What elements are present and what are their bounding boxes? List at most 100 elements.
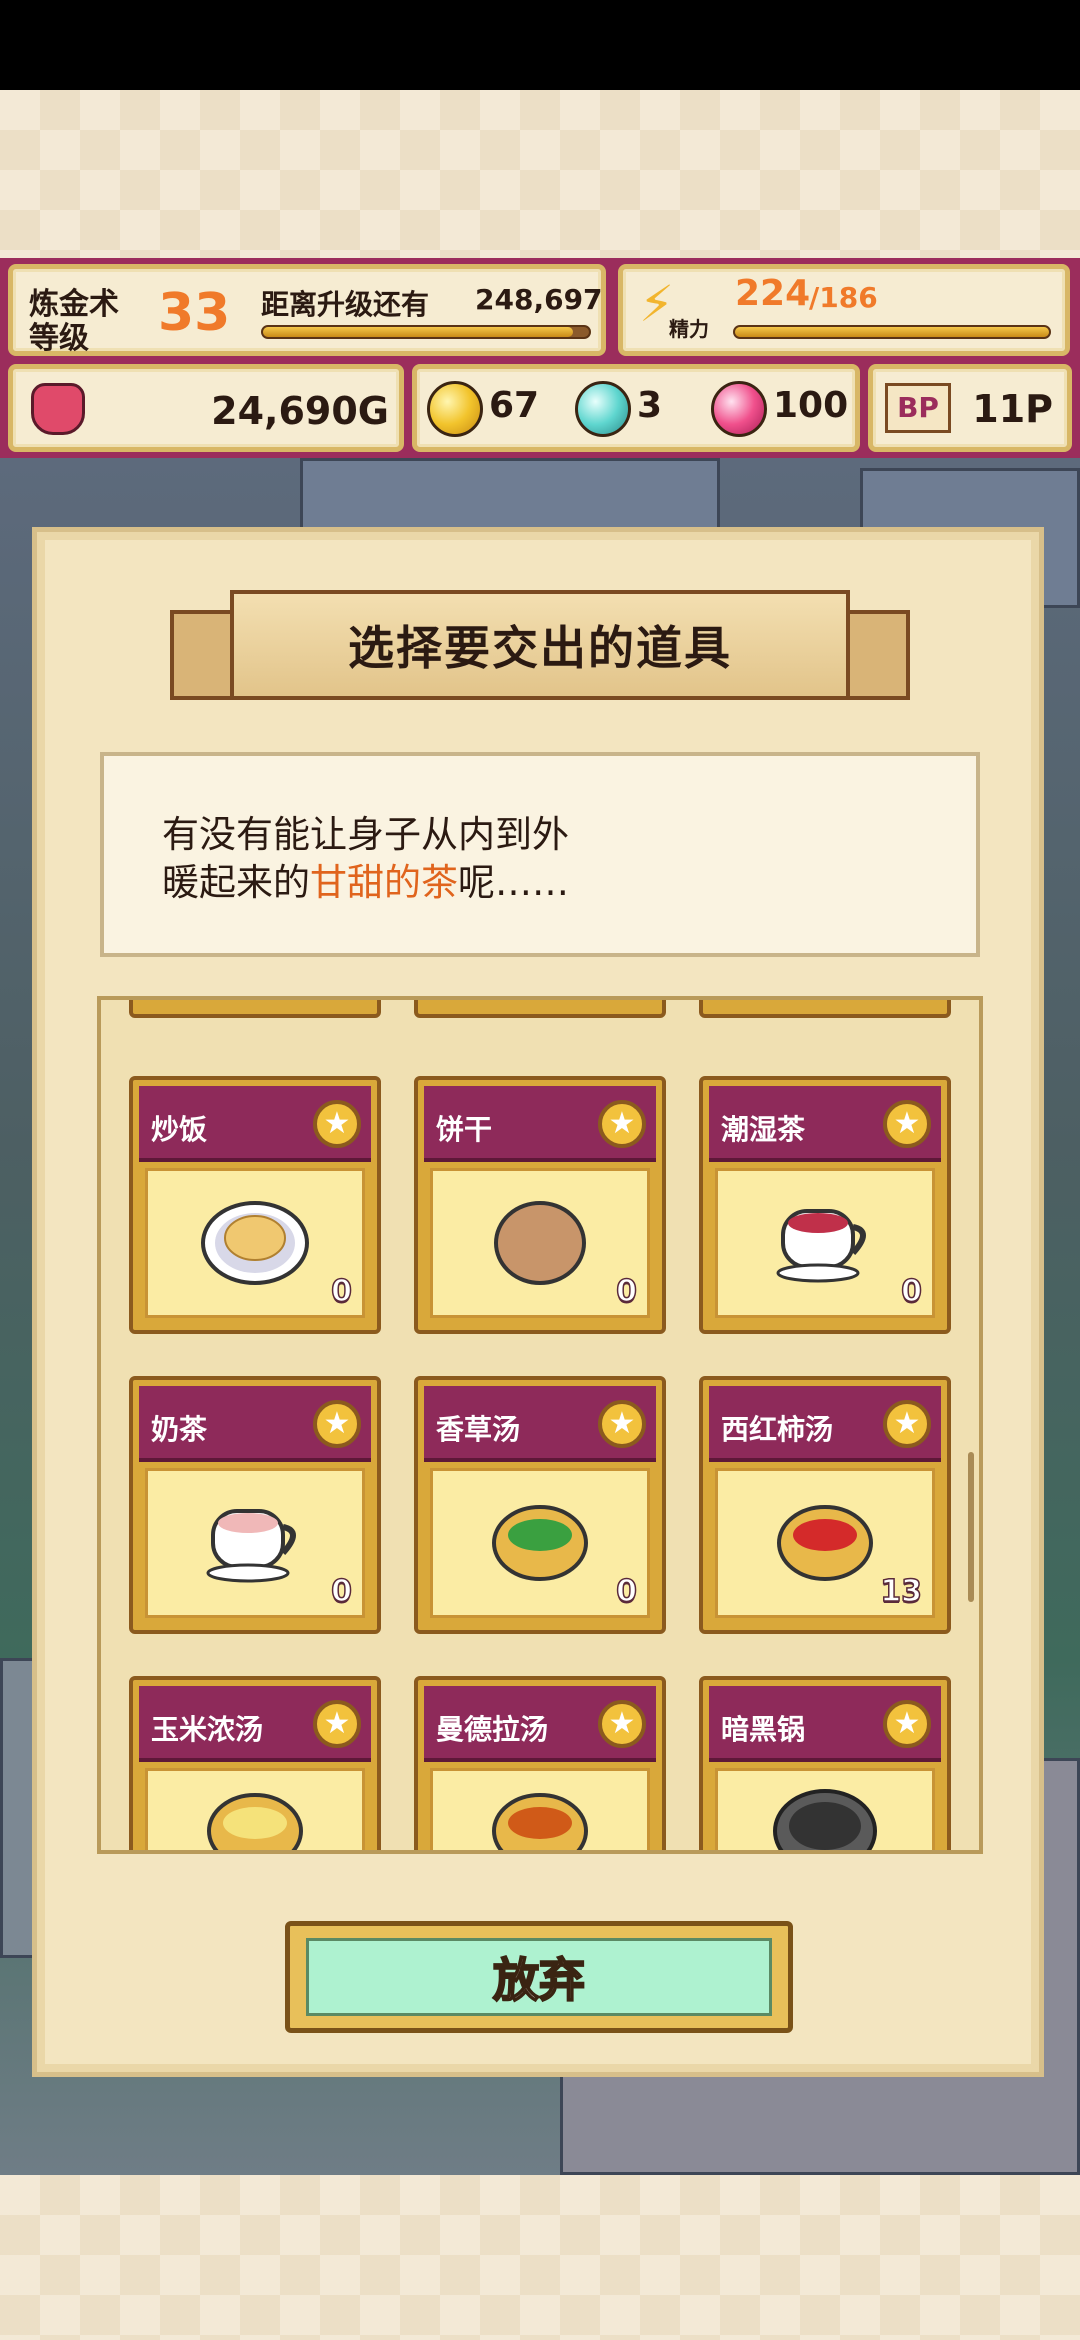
orbs-panel: 67 3 100: [412, 364, 860, 452]
item-card-header: 玉米浓汤 ★: [139, 1686, 371, 1762]
gold-panel: 24,690G: [8, 364, 404, 452]
request-line2-suffix: 呢……: [458, 861, 569, 904]
item-card[interactable]: 香草汤 ★ 0: [414, 1376, 666, 1634]
bp-value: 11P: [972, 387, 1053, 431]
energy-panel: ⚡ 精力 224 /186: [618, 264, 1070, 356]
next-level-label: 距离升级还有: [261, 288, 430, 321]
item-count: 0: [615, 1273, 637, 1310]
item-card[interactable]: 饼干 ★ 0: [414, 1076, 666, 1334]
item-card-header: 西红柿汤 ★: [709, 1386, 941, 1462]
bottom-background: [0, 2175, 1080, 2340]
request-line1: 有没有能让身子从内到外: [162, 813, 569, 856]
energy-max: /186: [809, 281, 878, 314]
give-up-button-face: 放弃: [306, 1938, 772, 2016]
purse-icon: [31, 383, 85, 435]
alchemy-level-panel: 炼金术 等级 33 距离升级还有 248,697: [8, 264, 606, 356]
item-name: 潮湿茶: [721, 1113, 806, 1146]
item-name: 饼干: [436, 1113, 493, 1146]
hud-bar: 炼金术 等级 33 距离升级还有 248,697 ⚡ 精力 224 /186 2…: [0, 258, 1080, 458]
star-icon: ★: [883, 1100, 931, 1148]
star-icon: ★: [883, 1400, 931, 1448]
cookie-icon: [494, 1201, 586, 1285]
yellow-orb-value: 67: [489, 385, 540, 426]
item-name: 暗黑锅: [721, 1713, 806, 1746]
item-card[interactable]: 曼德拉汤 ★: [414, 1676, 666, 1850]
item-card-partial: [129, 1000, 381, 1018]
item-card[interactable]: 暗黑锅 ★: [699, 1676, 951, 1850]
star-icon: ★: [313, 1400, 361, 1448]
energy-current: 224: [735, 273, 811, 314]
item-card[interactable]: 西红柿汤 ★ 13: [699, 1376, 951, 1634]
exp-progress-fill: [263, 327, 573, 337]
yellow-orb-icon: [427, 381, 483, 437]
request-highlight: 甘甜的茶: [310, 861, 458, 904]
dialog-title: 选择要交出的道具: [348, 621, 732, 675]
item-name: 曼德拉汤: [436, 1713, 549, 1746]
mandrake-soup-icon: [492, 1793, 588, 1850]
item-card-body: 0: [715, 1168, 935, 1318]
give-up-button[interactable]: 放弃: [285, 1921, 793, 2033]
item-card-body: 0: [145, 1468, 365, 1618]
dialog-title-banner: 选择要交出的道具: [170, 580, 910, 710]
item-card-header: 潮湿茶 ★: [709, 1086, 941, 1162]
blue-orb-value: 3: [637, 385, 663, 426]
give-up-label: 放弃: [492, 1952, 586, 2008]
next-level-value: 248,697: [475, 283, 603, 316]
banner-scroll: 选择要交出的道具: [230, 590, 850, 700]
alchemy-label-line2: 等级: [29, 321, 89, 356]
gold-value: 24,690G: [211, 389, 389, 433]
item-card-body: [145, 1768, 365, 1850]
star-icon: ★: [313, 1700, 361, 1748]
dark-pot-icon: [773, 1789, 877, 1850]
item-count: 0: [615, 1573, 637, 1610]
request-message-box: 有没有能让身子从内到外 暖起来的甘甜的茶呢……: [100, 752, 980, 957]
item-count: 0: [330, 1273, 352, 1310]
item-card-body: 0: [430, 1468, 650, 1618]
item-card-body: [715, 1768, 935, 1850]
star-icon: ★: [313, 1100, 361, 1148]
tea-cup-icon: [776, 1209, 866, 1283]
item-name: 西红柿汤: [721, 1413, 834, 1446]
item-card[interactable]: 潮湿茶 ★ 0: [699, 1076, 951, 1334]
item-card-header: 香草汤 ★: [424, 1386, 656, 1462]
item-name: 奶茶: [151, 1413, 208, 1446]
item-count: 0: [330, 1573, 352, 1610]
star-icon: ★: [598, 1400, 646, 1448]
fried-rice-icon: [201, 1201, 309, 1285]
alchemy-level-value: 33: [158, 283, 231, 343]
item-card-header: 饼干 ★: [424, 1086, 656, 1162]
system-status-bar: [0, 0, 1080, 90]
bp-panel: BP 11P: [868, 364, 1072, 452]
item-count: 0: [900, 1273, 922, 1310]
item-card[interactable]: 炒饭 ★ 0: [129, 1076, 381, 1334]
energy-progress-bar: [733, 325, 1051, 339]
item-grid-scrollbar[interactable]: [968, 1452, 974, 1602]
item-card-header: 炒饭 ★: [139, 1086, 371, 1162]
star-icon: ★: [883, 1700, 931, 1748]
item-count: 13: [880, 1573, 923, 1610]
item-card-body: 0: [145, 1168, 365, 1318]
top-background: [0, 90, 1080, 258]
request-line2-prefix: 暖起来的: [162, 861, 310, 904]
item-card-header: 暗黑锅 ★: [709, 1686, 941, 1762]
star-icon: ★: [598, 1100, 646, 1148]
bp-icon: BP: [885, 383, 951, 433]
herb-soup-icon: [492, 1505, 588, 1581]
milk-tea-icon: [206, 1509, 296, 1583]
item-card[interactable]: 奶茶 ★ 0: [129, 1376, 381, 1634]
pink-orb-icon: [711, 381, 767, 437]
star-icon: ★: [598, 1700, 646, 1748]
exp-progress-bar: [261, 325, 591, 339]
item-card-header: 奶茶 ★: [139, 1386, 371, 1462]
item-name: 玉米浓汤: [151, 1713, 264, 1746]
item-card-body: 13: [715, 1468, 935, 1618]
request-line2: 暖起来的甘甜的茶呢……: [162, 859, 976, 907]
blue-orb-icon: [575, 381, 631, 437]
item-grid[interactable]: 炒饭 ★ 0 饼干 ★ 0 潮湿茶 ★ 0 奶茶 ★ 0 香草汤 ★ 0 西红柿…: [97, 996, 983, 1854]
pink-orb-value: 100: [773, 385, 849, 426]
energy-progress-fill: [735, 327, 1049, 337]
item-card[interactable]: 玉米浓汤 ★: [129, 1676, 381, 1850]
item-name: 香草汤: [436, 1413, 521, 1446]
item-card-body: [430, 1768, 650, 1850]
energy-label: 精力: [669, 317, 709, 341]
